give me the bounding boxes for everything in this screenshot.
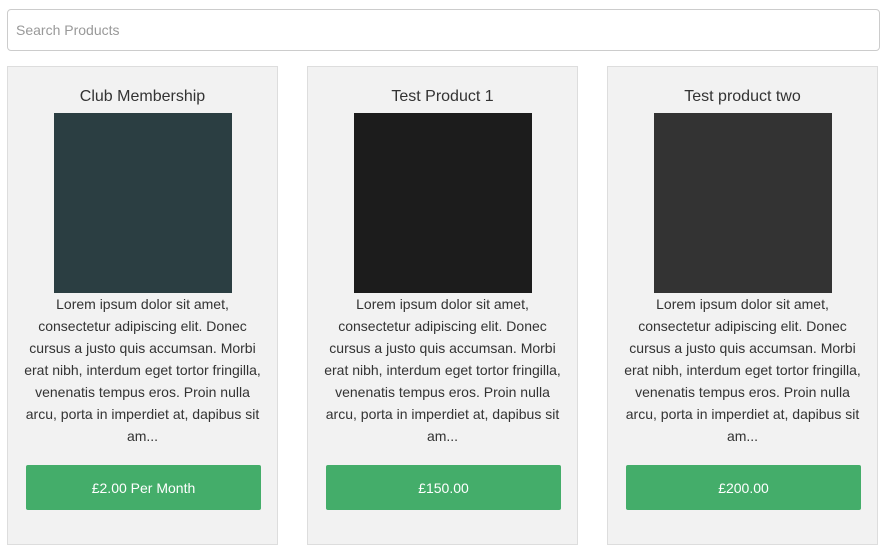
product-image[interactable]	[54, 113, 232, 293]
product-card: Test Product 1 Lorem ipsum dolor sit ame…	[307, 66, 578, 545]
product-title: Club Membership	[79, 88, 206, 105]
buy-button[interactable]: £2.00 Per Month	[26, 465, 261, 510]
buy-button[interactable]: £150.00	[326, 465, 561, 510]
product-description: Lorem ipsum dolor sit amet, consectetur …	[324, 296, 561, 444]
search-input[interactable]	[7, 9, 880, 51]
product-grid: Club Membership Lorem ipsum dolor sit am…	[7, 66, 881, 547]
product-description: Lorem ipsum dolor sit amet, consectetur …	[624, 296, 861, 444]
product-title: Test Product 1	[391, 88, 494, 105]
product-description: Lorem ipsum dolor sit amet, consectetur …	[24, 296, 261, 444]
product-image[interactable]	[654, 113, 832, 293]
product-image[interactable]	[354, 113, 532, 293]
search-bar	[7, 9, 880, 51]
product-card: Test product two Lorem ipsum dolor sit a…	[607, 66, 878, 545]
product-title: Test product two	[684, 88, 801, 105]
product-card: Club Membership Lorem ipsum dolor sit am…	[7, 66, 278, 545]
buy-button[interactable]: £200.00	[626, 465, 861, 510]
